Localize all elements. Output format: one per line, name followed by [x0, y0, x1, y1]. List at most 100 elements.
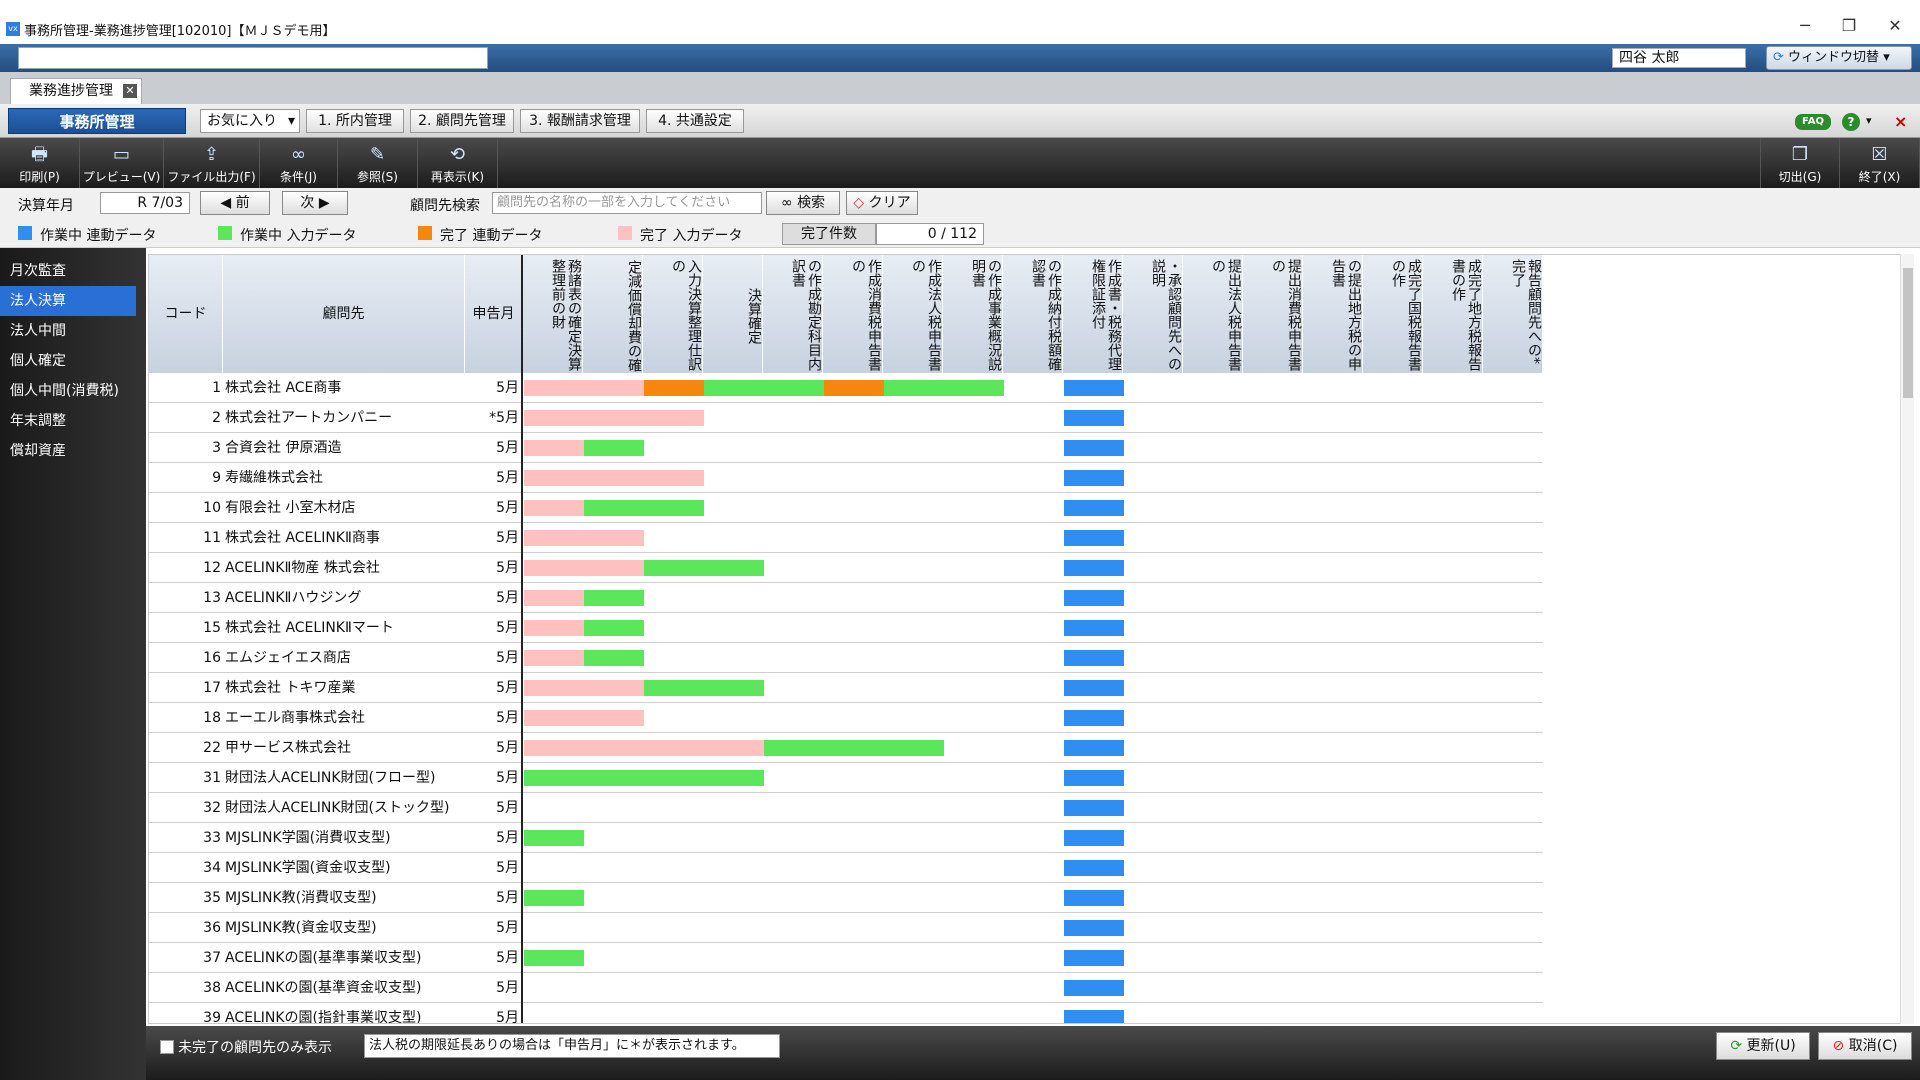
progress-segment [1064, 410, 1124, 426]
favorites-dropdown[interactable]: お気に入り ▾ [200, 109, 300, 133]
update-label: 更新(U) [1746, 1038, 1796, 1054]
row-code: 11 [203, 530, 221, 546]
row-code: 9 [212, 470, 221, 486]
table-row[interactable]: 37 ACELINKの園(基準事業収支型) 5月 [149, 943, 1543, 973]
table-row[interactable]: 32 財団法人ACELINK財団(ストック型) 5月 [149, 793, 1543, 823]
sidebar-item-monthly-audit[interactable]: 月次監査 [0, 256, 136, 286]
user-name: 四谷 太郎 [1612, 48, 1746, 68]
row-month: 5月 [496, 500, 519, 516]
table-row[interactable]: 33 MJSLINK学園(消費収支型) 5月 [149, 823, 1543, 853]
chevron-down-icon: ▾ [287, 113, 295, 129]
progress-segment [1064, 740, 1124, 756]
menu-common[interactable]: 4. 共通設定 [646, 109, 744, 133]
scroll-thumb[interactable] [1903, 268, 1913, 398]
cancel-icon: ⊘ [1832, 1038, 1845, 1054]
table-row[interactable]: 11 株式会社 ACELINKⅡ商事 5月 [149, 523, 1543, 553]
table-row[interactable]: 18 エーエル商事株式会社 5月 [149, 703, 1543, 733]
table-row[interactable]: 38 ACELINKの園(基準資金収支型) 5月 [149, 973, 1543, 1003]
table-row[interactable]: 31 財団法人ACELINK財団(フロー型) 5月 [149, 763, 1543, 793]
column-header-code: コード [149, 255, 223, 373]
table-row[interactable]: 13 ACELINKⅡハウジング 5月 [149, 583, 1543, 613]
task-header: 作成書・税務代理権限証添付 [1063, 255, 1123, 373]
progress-segment [1064, 590, 1124, 606]
table-row[interactable]: 9 寿繊維株式会社 5月 [149, 463, 1543, 493]
table-row[interactable]: 12 ACELINKⅡ物産 株式会社 5月 [149, 553, 1543, 583]
table-row[interactable]: 17 株式会社 トキワ産業 5月 [149, 673, 1543, 703]
sidebar-item-corporate-interim[interactable]: 法人中間 [0, 316, 136, 346]
table-row[interactable]: 22 甲サービス株式会社 5月 [149, 733, 1543, 763]
sidebar-item-depreciable-assets[interactable]: 償却資産 [0, 436, 136, 466]
table-row[interactable]: 2 株式会社アートカンパニー *5月 [149, 403, 1543, 433]
close-icon[interactable]: ✕ [123, 84, 137, 98]
edit-icon: ✎ [369, 144, 386, 165]
row-client: 寿繊維株式会社 [225, 470, 323, 486]
faq-button[interactable]: FAQ [1795, 114, 1831, 130]
task-header: 成完了地方税報告書の作 [1423, 255, 1483, 373]
search-button[interactable]: ∞ 検索 [766, 191, 840, 215]
table-row[interactable]: 16 エムジェイエス商店 5月 [149, 643, 1543, 673]
table-row[interactable]: 3 合資会社 伊原酒造 5月 [149, 433, 1543, 463]
window-switch-button[interactable]: ⟳ ウィンドウ切替 ▾ [1766, 46, 1912, 70]
next-button[interactable]: 次 ▶ [282, 191, 348, 215]
search-input[interactable]: 顧問先の名称の一部を入力してください [492, 192, 762, 214]
restore-button[interactable]: ❐ [1834, 16, 1864, 40]
table-row[interactable]: 39 ACELINKの園(指針事業収支型) 5月 [149, 1003, 1543, 1023]
row-month: 5月 [496, 740, 519, 756]
chevron-down-icon[interactable]: ▾ [1866, 114, 1872, 127]
minimize-button[interactable]: ─ [1790, 16, 1820, 40]
vertical-scrollbar[interactable] [1900, 254, 1914, 1024]
app-window: vx 事務所管理-業務進捗管理[102010]【ＭＪＳデモ用】 ─ ❐ ✕ 四谷… [0, 0, 1920, 1080]
redisplay-button[interactable]: ⟲ 再表示(K) [418, 138, 498, 188]
task-header: ・承認顧問先への説明 [1123, 255, 1183, 373]
menu-office[interactable]: 1. 所内管理 [306, 109, 404, 133]
menu-clients[interactable]: 2. 顧問先管理 [410, 109, 514, 133]
exit-icon: ☒ [1871, 144, 1888, 165]
progress-segment [584, 650, 644, 666]
menu-close-button[interactable]: × [1894, 112, 1907, 131]
main-menu-button[interactable]: 事務所管理 [8, 108, 186, 134]
sidebar-item-individual-final[interactable]: 個人確定 [0, 346, 136, 376]
exit-button[interactable]: ☒ 終了(X) [1840, 138, 1920, 188]
update-button[interactable]: ⟳ 更新(U) [1716, 1032, 1810, 1060]
table-row[interactable]: 1 株式会社 ACE商事 5月 [149, 373, 1543, 403]
sidebar-item-individual-interim[interactable]: 個人中間(消費税) [0, 376, 136, 406]
row-code: 16 [203, 650, 221, 666]
progress-segment [1064, 560, 1124, 576]
row-code: 3 [212, 440, 221, 456]
print-button[interactable]: 🖶 印刷(P) [0, 138, 80, 188]
menu-billing[interactable]: 3. 報酬請求管理 [520, 109, 640, 133]
table-row[interactable]: 15 株式会社 ACELINKⅡマート 5月 [149, 613, 1543, 643]
row-code: 13 [203, 590, 221, 606]
clear-button[interactable]: ◇ クリア [846, 191, 918, 215]
header-field [18, 47, 488, 69]
period-input[interactable]: R 7/03 [100, 192, 190, 214]
sidebar-item-year-end[interactable]: 年末調整 [0, 406, 136, 436]
condition-button[interactable]: ∞ 条件(J) [260, 138, 338, 188]
reference-button[interactable]: ✎ 参照(S) [338, 138, 418, 188]
file-output-button[interactable]: ⇪ ファイル出力(F) [164, 138, 260, 188]
cancel-button[interactable]: ⊘ 取消(C) [1818, 1032, 1912, 1060]
row-month: 5月 [496, 380, 519, 396]
progress-segment [524, 830, 584, 846]
progress-segment [584, 590, 644, 606]
table-row[interactable]: 36 MJSLINK教(資金収支型) 5月 [149, 913, 1543, 943]
row-client: 財団法人ACELINK財団(フロー型) [225, 770, 436, 786]
app-icon: vx [6, 22, 20, 36]
progress-segment [1064, 830, 1124, 846]
sidebar-item-corporate-settlement[interactable]: 法人決算 [0, 286, 136, 316]
legend-label-working-input: 作業中 入力データ [240, 228, 357, 244]
table-row[interactable]: 10 有限会社 小室木材店 5月 [149, 493, 1543, 523]
progress-segment [524, 770, 764, 786]
help-icon[interactable]: ? [1842, 113, 1860, 131]
close-button[interactable]: ✕ [1880, 16, 1910, 40]
prev-button[interactable]: ◀ 前 [200, 191, 270, 215]
tab-progress[interactable]: 業務進捗管理 ✕ [10, 78, 142, 104]
row-month: 5月 [496, 830, 519, 846]
unfinished-only-checkbox[interactable] [160, 1040, 174, 1054]
table-row[interactable]: 34 MJSLINK学園(資金収支型) 5月 [149, 853, 1543, 883]
preview-button[interactable]: ▭ プレビュー(V) [80, 138, 164, 188]
table-row[interactable]: 35 MJSLINK教(消費収支型) 5月 [149, 883, 1543, 913]
cutout-button[interactable]: ❐ 切出(G) [1760, 138, 1840, 188]
progress-segment [1064, 380, 1124, 396]
row-client: ACELINKの園(基準事業収支型) [225, 950, 422, 966]
